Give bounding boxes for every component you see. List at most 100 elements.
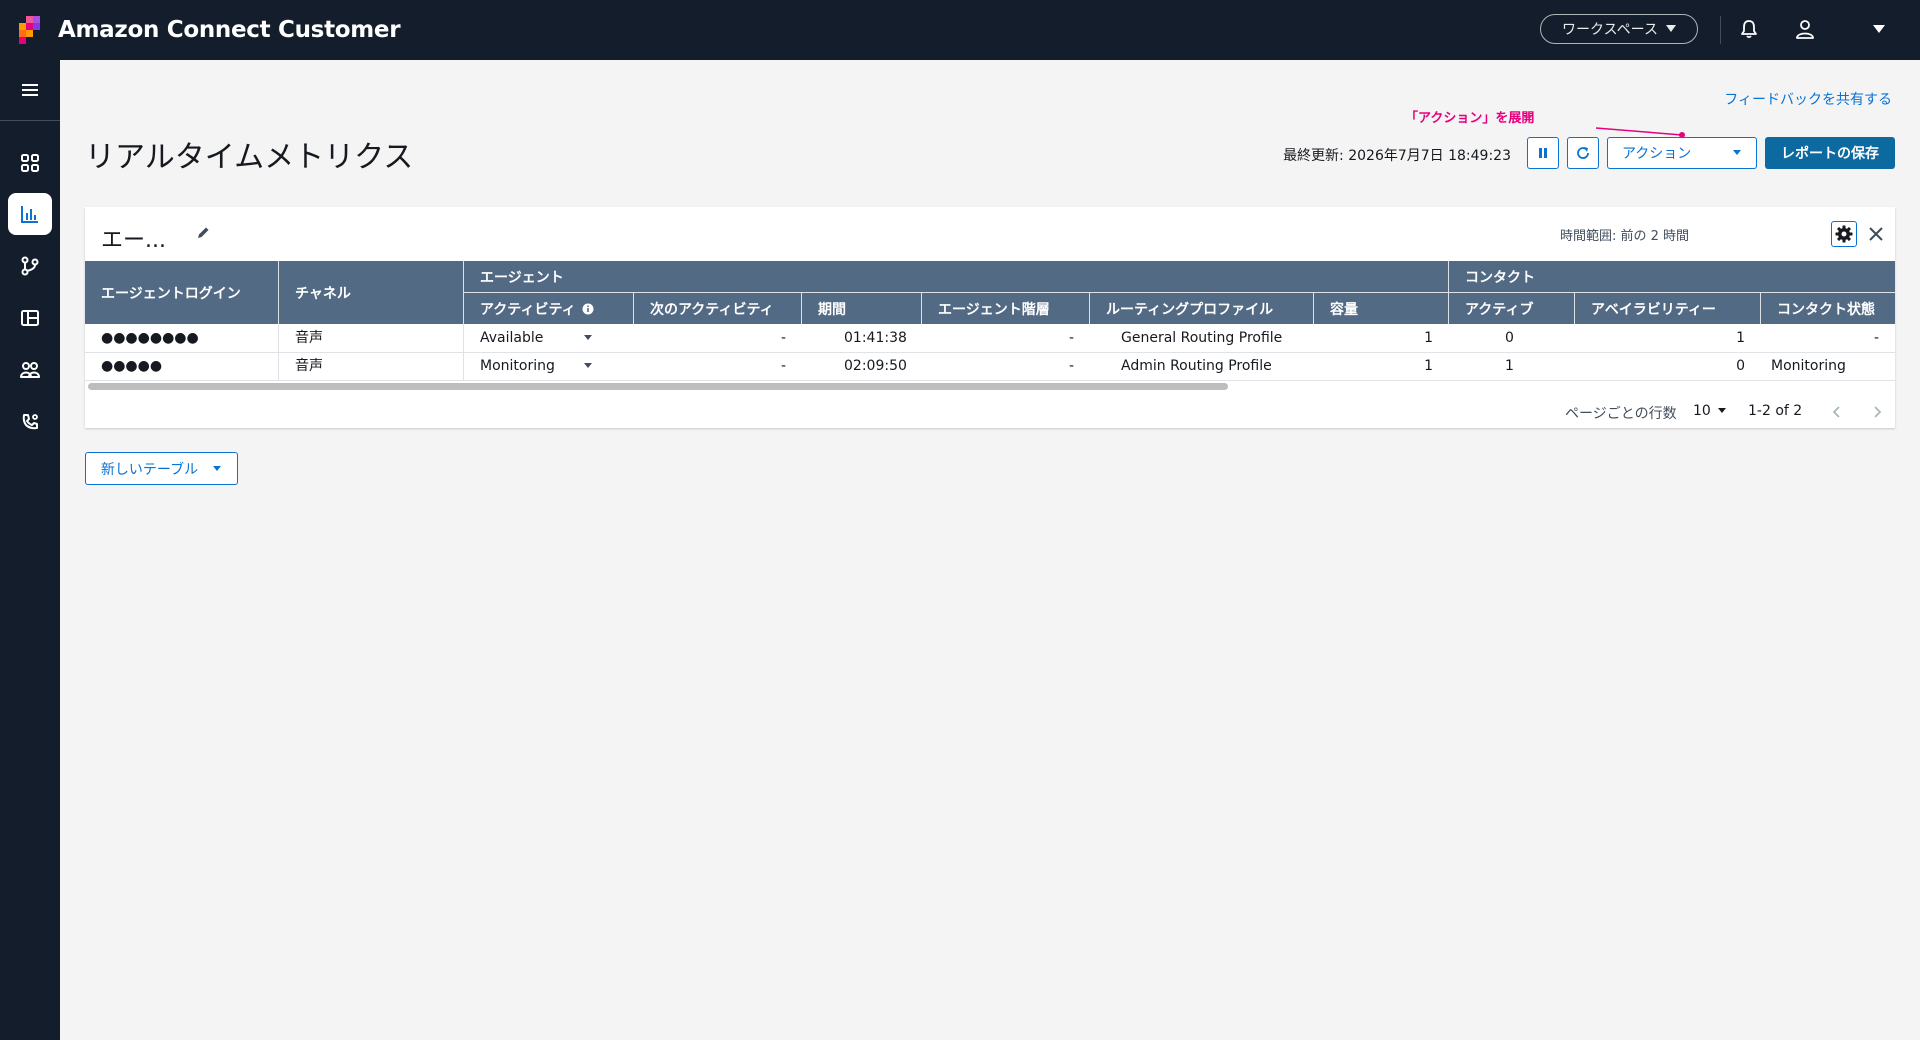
workspace-label: ワークスペース [1562,22,1658,38]
activity-cell[interactable]: Monitoring [480,356,555,376]
availability-cell: 0 [1736,358,1745,374]
share-feedback-link[interactable]: フィードバックを共有する [1724,89,1892,109]
side-navigation [0,60,60,1040]
users-group-icon [20,362,40,378]
column-header-next-activity[interactable]: 次のアクティビティ [634,293,802,324]
activity-header-label: アクティビティ [480,301,576,318]
pause-icon [1539,148,1547,158]
availability-cell: 1 [1736,330,1745,346]
rows-per-page-label: ページごとの行数 [1565,406,1677,422]
divider [633,293,634,324]
actions-label: アクション [1622,146,1692,162]
column-header-agent-login[interactable]: エージェントログイン [85,261,278,324]
column-header-active[interactable]: アクティブ [1449,293,1575,324]
divider [85,352,1895,353]
caret-down-icon [1717,408,1726,413]
sidebar-item-users[interactable] [8,349,52,391]
capacity-cell: 1 [1424,358,1433,374]
horizontal-scrollbar[interactable] [88,383,1228,390]
activity-cell[interactable]: Available [480,328,543,348]
app-title[interactable]: Amazon Connect Customer [58,14,401,46]
new-table-button[interactable]: 新しいテーブル [85,452,238,485]
column-header-routing-profile[interactable]: ルーティングプロファイル [1090,293,1314,324]
info-icon[interactable] [582,303,594,315]
contact-state-cell: Monitoring [1771,358,1846,374]
divider [1574,293,1575,324]
contact-state-cell: - [1873,330,1879,346]
capacity-cell: 1 [1424,330,1433,346]
table-title: エー... [101,228,166,253]
sidebar-item-routing[interactable] [8,245,52,287]
hamburger-menu-icon [22,84,38,96]
routing-branch-icon [21,256,39,276]
notifications-bell-icon[interactable] [1738,18,1760,40]
activity-dropdown-caret-icon[interactable] [583,335,593,341]
divider [1760,293,1761,324]
hierarchy-cell: - [1068,330,1074,346]
new-table-label: 新しいテーブル [100,461,199,478]
metrics-table-card: エー... 時間範囲: 前の 2 時間 エージェントログイン チャネル エージェ… [85,207,1895,428]
last-updated-timestamp: 最終更新: 2026年7月7日 18:49:23 [1283,148,1511,164]
group-header-agent: エージェント [480,269,564,286]
amazon-connect-logo[interactable] [14,14,46,46]
column-header-channel[interactable]: チャネル [279,261,463,324]
caret-down-icon [1733,150,1741,155]
refresh-icon [1577,147,1589,159]
workspace-dropdown[interactable]: ワークスペース [1540,14,1698,44]
divider [278,261,279,324]
column-header-activity[interactable]: アクティビティ [464,293,634,324]
sidebar-item-analytics[interactable] [8,193,52,235]
hierarchy-cell: - [1068,358,1074,374]
caret-down-icon [1665,25,1676,32]
dashboard-grid-icon [21,154,39,172]
pagination-range: 1-2 of 2 [1748,403,1803,419]
active-cell: 1 [1505,358,1514,374]
annotation-label: 「アクション」を展開 [1405,111,1535,126]
top-navigation-bar: Amazon Connect Customer ワークスペース [0,0,1920,60]
actions-dropdown-button[interactable]: アクション [1607,137,1757,169]
chevron-right-icon[interactable] [1870,405,1884,419]
page-title: リアルタイムメトリクス [85,140,414,175]
column-header-capacity[interactable]: 容量 [1314,293,1449,324]
user-profile-icon[interactable] [1794,18,1816,40]
divider [1089,293,1090,324]
sidebar-item-channels[interactable] [8,297,52,339]
column-header-agent-hierarchy[interactable]: エージェント階層 [922,293,1090,324]
phone-routing-icon [22,414,38,430]
sidebar-item-phone[interactable] [8,401,52,443]
activity-dropdown-caret-icon[interactable] [583,363,593,369]
divider [921,293,922,324]
pause-button[interactable] [1527,137,1559,169]
save-report-button[interactable]: レポートの保存 [1765,137,1895,169]
group-header-contact: コンタクト [1465,269,1535,286]
close-icon[interactable] [1865,223,1887,245]
duration-cell: 02:09:50 [844,358,907,374]
divider [464,292,1895,293]
chevron-left-icon[interactable] [1830,405,1844,419]
column-header-duration[interactable]: 期間 [802,293,922,324]
active-cell: 0 [1505,330,1514,346]
caret-down-icon[interactable] [1872,22,1886,36]
caret-down-icon [213,465,222,471]
divider [0,120,60,121]
column-header-availability[interactable]: アベイラビリティー [1575,293,1761,324]
bar-chart-icon [21,206,38,223]
edit-pencil-icon[interactable] [195,225,211,241]
gear-icon [1835,225,1853,243]
divider [1313,293,1314,324]
rows-per-page-select[interactable]: 10 [1693,403,1727,419]
rows-per-page-value: 10 [1693,403,1711,419]
routing-profile-cell: Admin Routing Profile [1121,358,1272,374]
table-settings-button[interactable] [1831,221,1857,247]
channel-cell: 音声 [295,358,323,374]
menu-toggle-button[interactable] [8,69,52,111]
refresh-button[interactable] [1567,137,1599,169]
agent-login-cell: ●●●●●●●● [101,330,199,346]
duration-cell: 01:41:38 [844,330,907,346]
sidebar-item-dashboard[interactable] [8,142,52,184]
column-header-contact-state[interactable]: コンタクト状態 [1761,293,1895,324]
divider [801,293,802,324]
routing-profile-cell: General Routing Profile [1121,330,1283,346]
next-activity-cell: - [780,330,786,346]
layout-panel-icon [21,310,39,326]
